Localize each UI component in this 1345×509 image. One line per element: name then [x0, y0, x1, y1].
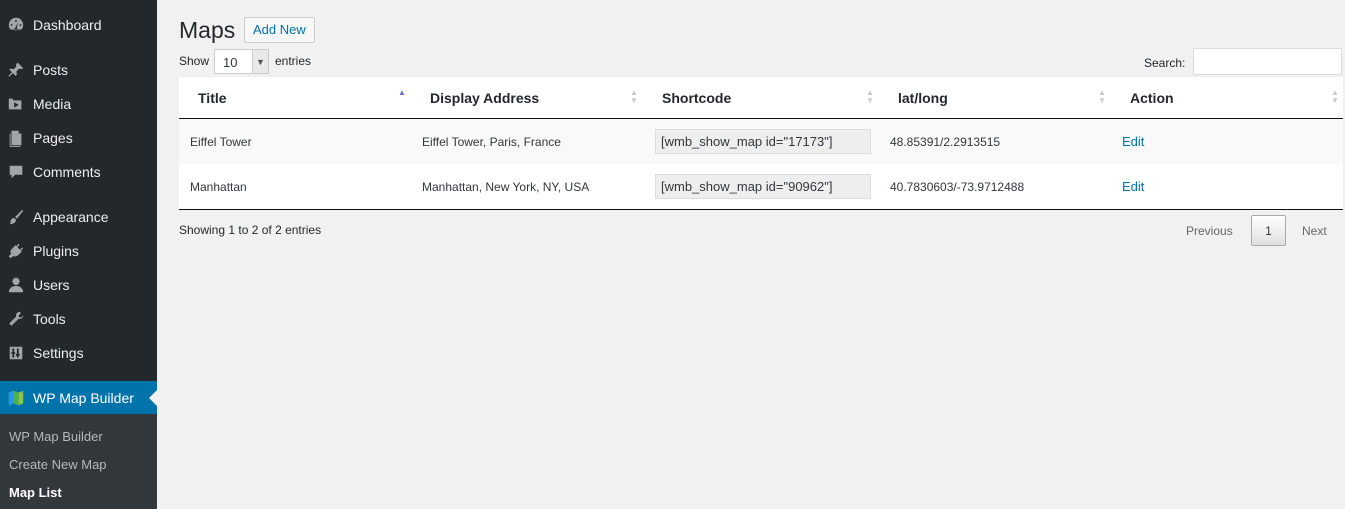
user-icon — [6, 275, 26, 295]
submenu-item-create-new-map[interactable]: Create New Map — [9, 457, 107, 472]
cell-title: Eiffel Tower — [190, 134, 252, 149]
comment-icon — [6, 162, 26, 182]
show-label: Show — [179, 54, 210, 68]
map-icon — [6, 388, 26, 408]
pagination-previous[interactable]: Previous — [1186, 224, 1233, 238]
table-row: Manhattan Manhattan, New York, NY, USA [… — [179, 164, 1343, 209]
cell-latlong: 48.85391/2.2913515 — [890, 134, 1001, 149]
column-header-label: Shortcode — [662, 90, 732, 106]
entries-length-value: 10 — [223, 55, 238, 70]
maps-table: Title ▲ Display Address ▲ ▼ Shortcode ▲ ▼ … — [179, 77, 1343, 210]
add-new-button[interactable]: Add New — [244, 17, 315, 43]
column-header-display-address[interactable]: Display Address ▲ ▼ — [430, 77, 640, 119]
edit-link[interactable]: Edit — [1122, 134, 1144, 149]
column-header-label: Action — [1130, 90, 1174, 106]
menu-item-pages[interactable]: Pages — [0, 121, 157, 155]
column-header-action[interactable]: Action ▲ ▼ — [1130, 77, 1340, 119]
cell-title: Manhattan — [190, 179, 247, 194]
menu-item-comments[interactable]: Comments — [0, 155, 157, 189]
table-info: Showing 1 to 2 of 2 entries — [179, 223, 322, 237]
shortcode-field[interactable]: [wmb_show_map id="90962"] — [655, 174, 871, 199]
menu-label: Media — [33, 96, 72, 112]
menu-item-posts[interactable]: Posts — [0, 53, 157, 87]
cell-address: Eiffel Tower, Paris, France — [422, 134, 561, 149]
pin-icon — [6, 60, 26, 80]
dashboard-icon — [6, 15, 26, 35]
submenu: WP Map Builder Create New Map Map List — [0, 414, 157, 509]
search-label: Search: — [1144, 56, 1186, 70]
menu-label: Comments — [33, 164, 101, 180]
menu-item-settings[interactable]: Settings — [0, 336, 157, 370]
menu-label: Tools — [33, 311, 66, 327]
pages-icon — [6, 128, 26, 148]
cell-latlong: 40.7830603/-73.9712488 — [890, 179, 1025, 194]
cell-address: Manhattan, New York, NY, USA — [422, 179, 590, 194]
menu-item-dashboard[interactable]: Dashboard — [0, 8, 157, 42]
cell-shortcode: [wmb_show_map id="90962"] — [655, 164, 871, 209]
entries-label: entries — [275, 54, 312, 68]
column-header-label: Title — [198, 90, 227, 106]
menu-label: Dashboard — [33, 17, 102, 33]
column-header-latlong[interactable]: lat/long ▲ ▼ — [898, 77, 1108, 119]
column-header-label: Display Address — [430, 90, 540, 106]
sort-asc-icon: ▲ — [398, 88, 406, 97]
edit-link[interactable]: Edit — [1122, 179, 1144, 194]
table-row: Eiffel Tower Eiffel Tower, Paris, France… — [179, 119, 1343, 164]
table-footer-border — [179, 209, 1343, 210]
entries-length-select[interactable]: 10 ▼ — [214, 49, 269, 74]
sort-icon: ▲ ▼ — [866, 88, 874, 105]
admin-sidebar: Dashboard Posts Media Pages Comments App… — [0, 0, 157, 509]
sort-icon: ▲ ▼ — [630, 88, 638, 105]
main-content: Maps Add New Show 10 ▼ entries Search: T… — [157, 0, 1345, 509]
menu-item-users[interactable]: Users — [0, 268, 157, 302]
column-header-label: lat/long — [898, 90, 948, 106]
pagination-page-1[interactable]: 1 — [1251, 215, 1286, 246]
settings-icon — [6, 343, 26, 363]
plug-icon — [6, 241, 26, 261]
wrench-icon — [6, 309, 26, 329]
menu-label: Plugins — [33, 243, 79, 259]
menu-label: Posts — [33, 62, 69, 78]
brush-icon — [6, 207, 26, 227]
cell-shortcode: [wmb_show_map id="17173"] — [655, 119, 871, 164]
menu-label: Appearance — [33, 209, 109, 225]
search-input[interactable] — [1193, 48, 1342, 75]
table-header: Title ▲ Display Address ▲ ▼ Shortcode ▲ ▼ … — [179, 77, 1343, 119]
page-title: Maps — [179, 17, 236, 43]
column-header-title[interactable]: Title ▲ — [198, 77, 413, 119]
cell-action: Edit — [1122, 119, 1144, 164]
submenu-item-map-list[interactable]: Map List — [9, 485, 62, 500]
menu-item-plugins[interactable]: Plugins — [0, 234, 157, 268]
sort-icon: ▲ ▼ — [1098, 88, 1106, 105]
menu-item-media[interactable]: Media — [0, 87, 157, 121]
menu-label: Users — [33, 277, 70, 293]
menu-item-wp-map-builder[interactable]: WP Map Builder — [0, 381, 157, 415]
column-header-shortcode[interactable]: Shortcode ▲ ▼ — [662, 77, 874, 119]
active-arrow-indicator — [149, 390, 157, 406]
cell-action: Edit — [1122, 164, 1144, 209]
menu-label: Pages — [33, 130, 73, 146]
shortcode-field[interactable]: [wmb_show_map id="17173"] — [655, 129, 871, 154]
media-icon — [6, 94, 26, 114]
menu-item-tools[interactable]: Tools — [0, 302, 157, 336]
submenu-item-wp-map-builder[interactable]: WP Map Builder — [9, 429, 103, 444]
menu-item-appearance[interactable]: Appearance — [0, 200, 157, 234]
menu-label: Settings — [33, 345, 84, 361]
pagination-next[interactable]: Next — [1302, 224, 1327, 238]
sort-icon: ▲ ▼ — [1331, 88, 1339, 105]
chevron-down-icon: ▼ — [252, 50, 268, 73]
menu-label: WP Map Builder — [33, 390, 134, 406]
